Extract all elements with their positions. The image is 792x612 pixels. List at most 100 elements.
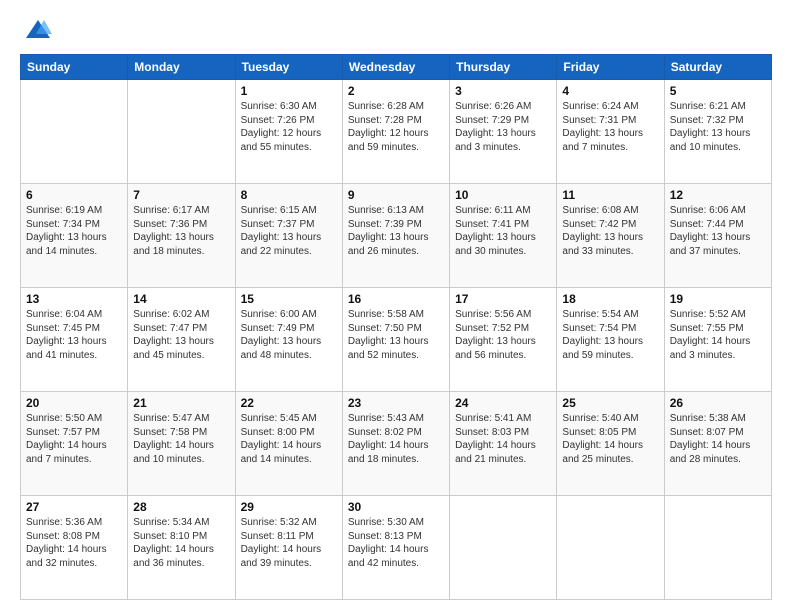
day-number: 19 (670, 292, 766, 306)
day-number: 22 (241, 396, 337, 410)
calendar-cell: 20 Sunrise: 5:50 AM Sunset: 7:57 PM Dayli… (21, 392, 128, 496)
day-number: 26 (670, 396, 766, 410)
day-number: 11 (562, 188, 658, 202)
day-number: 2 (348, 84, 444, 98)
day-number: 28 (133, 500, 229, 514)
day-number: 6 (26, 188, 122, 202)
day-number: 15 (241, 292, 337, 306)
calendar-week-row: 13 Sunrise: 6:04 AM Sunset: 7:45 PM Dayli… (21, 288, 772, 392)
day-info: Sunrise: 6:26 AM Sunset: 7:29 PM Dayligh… (455, 100, 551, 154)
day-number: 16 (348, 292, 444, 306)
calendar-cell: 10 Sunrise: 6:11 AM Sunset: 7:41 PM Dayli… (450, 184, 557, 288)
calendar-cell: 27 Sunrise: 5:36 AM Sunset: 8:08 PM Dayli… (21, 496, 128, 600)
day-info: Sunrise: 5:54 AM Sunset: 7:54 PM Dayligh… (562, 308, 658, 362)
day-info: Sunrise: 6:21 AM Sunset: 7:32 PM Dayligh… (670, 100, 766, 154)
calendar-cell: 19Sunrise: 5:52 AM Sunset: 7:55 PM Dayli… (664, 288, 771, 392)
day-info: Sunrise: 5:38 AM Sunset: 8:07 PM Dayligh… (670, 412, 766, 466)
day-number: 14 (133, 292, 229, 306)
calendar-cell: 2 Sunrise: 6:28 AM Sunset: 7:28 PM Daylig… (342, 80, 449, 184)
day-number: 17 (455, 292, 551, 306)
day-info: Sunrise: 6:11 AM Sunset: 7:41 PM Dayligh… (455, 204, 551, 258)
day-number: 18 (562, 292, 658, 306)
day-info: Sunrise: 5:41 AM Sunset: 8:03 PM Dayligh… (455, 412, 551, 466)
calendar-cell: 5Sunrise: 6:21 AM Sunset: 7:32 PM Daylig… (664, 80, 771, 184)
day-number: 30 (348, 500, 444, 514)
day-number: 23 (348, 396, 444, 410)
weekday-header-friday: Friday (557, 55, 664, 80)
day-info: Sunrise: 6:17 AM Sunset: 7:36 PM Dayligh… (133, 204, 229, 258)
calendar-cell: 15 Sunrise: 6:00 AM Sunset: 7:49 PM Dayli… (235, 288, 342, 392)
day-info: Sunrise: 6:08 AM Sunset: 7:42 PM Dayligh… (562, 204, 658, 258)
day-info: Sunrise: 5:36 AM Sunset: 8:08 PM Dayligh… (26, 516, 122, 570)
day-info: Sunrise: 6:06 AM Sunset: 7:44 PM Dayligh… (670, 204, 766, 258)
day-info: Sunrise: 6:13 AM Sunset: 7:39 PM Dayligh… (348, 204, 444, 258)
calendar-table: SundayMondayTuesdayWednesdayThursdayFrid… (20, 54, 772, 600)
calendar-cell: 21 Sunrise: 5:47 AM Sunset: 7:58 PM Dayli… (128, 392, 235, 496)
day-info: Sunrise: 6:00 AM Sunset: 7:49 PM Dayligh… (241, 308, 337, 362)
calendar-cell: 23Sunrise: 5:43 AM Sunset: 8:02 PM Dayli… (342, 392, 449, 496)
calendar-cell (21, 80, 128, 184)
weekday-header-row: SundayMondayTuesdayWednesdayThursdayFrid… (21, 55, 772, 80)
day-info: Sunrise: 6:04 AM Sunset: 7:45 PM Dayligh… (26, 308, 122, 362)
day-info: Sunrise: 5:40 AM Sunset: 8:05 PM Dayligh… (562, 412, 658, 466)
day-number: 13 (26, 292, 122, 306)
weekday-header-monday: Monday (128, 55, 235, 80)
day-info: Sunrise: 5:32 AM Sunset: 8:11 PM Dayligh… (241, 516, 337, 570)
calendar-cell: 14Sunrise: 6:02 AM Sunset: 7:47 PM Dayli… (128, 288, 235, 392)
weekday-header-sunday: Sunday (21, 55, 128, 80)
day-number: 25 (562, 396, 658, 410)
weekday-header-tuesday: Tuesday (235, 55, 342, 80)
calendar-cell (557, 496, 664, 600)
calendar-cell: 6 Sunrise: 6:19 AM Sunset: 7:34 PM Daylig… (21, 184, 128, 288)
calendar-cell: 8 Sunrise: 6:15 AM Sunset: 7:37 PM Daylig… (235, 184, 342, 288)
calendar-cell: 17 Sunrise: 5:56 AM Sunset: 7:52 PM Dayli… (450, 288, 557, 392)
calendar-cell: 24 Sunrise: 5:41 AM Sunset: 8:03 PM Dayli… (450, 392, 557, 496)
day-number: 21 (133, 396, 229, 410)
weekday-header-thursday: Thursday (450, 55, 557, 80)
calendar-cell: 4Sunrise: 6:24 AM Sunset: 7:31 PM Daylig… (557, 80, 664, 184)
calendar-cell: 29 Sunrise: 5:32 AM Sunset: 8:11 PM Dayli… (235, 496, 342, 600)
calendar-cell: 1 Sunrise: 6:30 AM Sunset: 7:26 PM Daylig… (235, 80, 342, 184)
day-number: 9 (348, 188, 444, 202)
calendar-week-row: 20 Sunrise: 5:50 AM Sunset: 7:57 PM Dayli… (21, 392, 772, 496)
calendar-week-row: 27 Sunrise: 5:36 AM Sunset: 8:08 PM Dayli… (21, 496, 772, 600)
day-info: Sunrise: 6:19 AM Sunset: 7:34 PM Dayligh… (26, 204, 122, 258)
day-number: 10 (455, 188, 551, 202)
day-info: Sunrise: 5:56 AM Sunset: 7:52 PM Dayligh… (455, 308, 551, 362)
day-info: Sunrise: 5:34 AM Sunset: 8:10 PM Dayligh… (133, 516, 229, 570)
calendar-cell: 12 Sunrise: 6:06 AM Sunset: 7:44 PM Dayli… (664, 184, 771, 288)
day-info: Sunrise: 6:28 AM Sunset: 7:28 PM Dayligh… (348, 100, 444, 154)
day-number: 8 (241, 188, 337, 202)
logo (20, 16, 52, 44)
day-number: 24 (455, 396, 551, 410)
calendar-cell: 3Sunrise: 6:26 AM Sunset: 7:29 PM Daylig… (450, 80, 557, 184)
calendar-cell: 7Sunrise: 6:17 AM Sunset: 7:36 PM Daylig… (128, 184, 235, 288)
day-number: 12 (670, 188, 766, 202)
logo-icon (24, 16, 52, 44)
calendar-cell: 13 Sunrise: 6:04 AM Sunset: 7:45 PM Dayli… (21, 288, 128, 392)
calendar-week-row: 1 Sunrise: 6:30 AM Sunset: 7:26 PM Daylig… (21, 80, 772, 184)
day-number: 20 (26, 396, 122, 410)
calendar-cell: 30Sunrise: 5:30 AM Sunset: 8:13 PM Dayli… (342, 496, 449, 600)
day-info: Sunrise: 6:30 AM Sunset: 7:26 PM Dayligh… (241, 100, 337, 154)
day-number: 1 (241, 84, 337, 98)
calendar-cell: 9 Sunrise: 6:13 AM Sunset: 7:39 PM Daylig… (342, 184, 449, 288)
calendar-cell: 11 Sunrise: 6:08 AM Sunset: 7:42 PM Dayli… (557, 184, 664, 288)
day-info: Sunrise: 5:58 AM Sunset: 7:50 PM Dayligh… (348, 308, 444, 362)
calendar-week-row: 6 Sunrise: 6:19 AM Sunset: 7:34 PM Daylig… (21, 184, 772, 288)
calendar-cell (128, 80, 235, 184)
page: SundayMondayTuesdayWednesdayThursdayFrid… (0, 0, 792, 612)
calendar-cell: 16 Sunrise: 5:58 AM Sunset: 7:50 PM Dayli… (342, 288, 449, 392)
calendar-cell: 18 Sunrise: 5:54 AM Sunset: 7:54 PM Dayli… (557, 288, 664, 392)
calendar-cell: 26 Sunrise: 5:38 AM Sunset: 8:07 PM Dayli… (664, 392, 771, 496)
day-number: 29 (241, 500, 337, 514)
day-info: Sunrise: 5:45 AM Sunset: 8:00 PM Dayligh… (241, 412, 337, 466)
day-info: Sunrise: 6:24 AM Sunset: 7:31 PM Dayligh… (562, 100, 658, 154)
day-number: 27 (26, 500, 122, 514)
day-info: Sunrise: 6:15 AM Sunset: 7:37 PM Dayligh… (241, 204, 337, 258)
day-info: Sunrise: 5:50 AM Sunset: 7:57 PM Dayligh… (26, 412, 122, 466)
weekday-header-saturday: Saturday (664, 55, 771, 80)
calendar-cell: 28 Sunrise: 5:34 AM Sunset: 8:10 PM Dayli… (128, 496, 235, 600)
day-info: Sunrise: 5:47 AM Sunset: 7:58 PM Dayligh… (133, 412, 229, 466)
calendar-cell: 22 Sunrise: 5:45 AM Sunset: 8:00 PM Dayli… (235, 392, 342, 496)
